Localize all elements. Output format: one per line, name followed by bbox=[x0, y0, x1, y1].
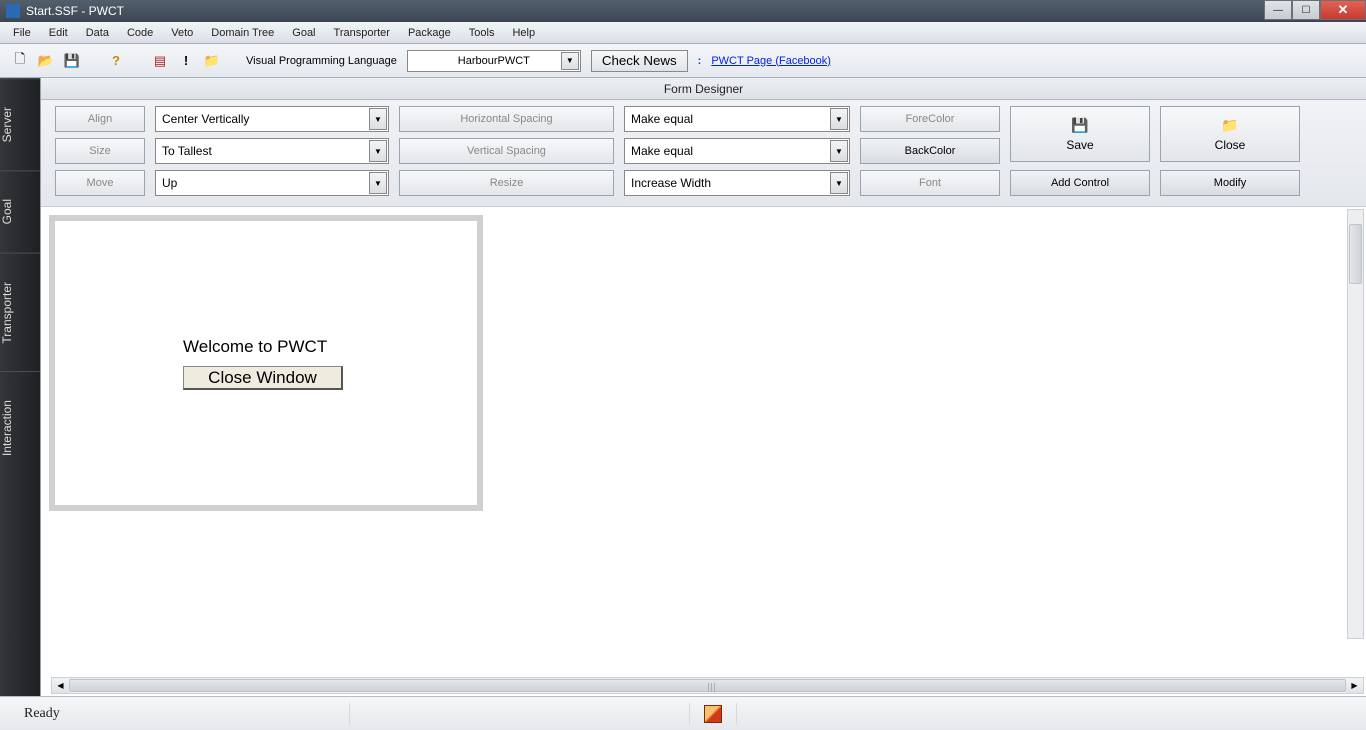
chevron-down-icon: ▼ bbox=[369, 172, 387, 194]
colon: : bbox=[698, 55, 702, 67]
sidebar-item-goal[interactable]: Goal bbox=[0, 170, 40, 252]
scroll-right-icon[interactable]: ▶ bbox=[1346, 678, 1363, 693]
sidebar: Server Goal Transporter Interaction bbox=[0, 78, 40, 696]
form-designer-toolbar: Align Center Vertically ▼ Horizontal Spac… bbox=[41, 100, 1366, 207]
excl-icon[interactable]: ! bbox=[178, 53, 194, 69]
scroll-left-icon[interactable]: ◀ bbox=[52, 678, 69, 693]
sidebar-item-interaction[interactable]: Interaction bbox=[0, 371, 40, 484]
status-icon-cell bbox=[690, 703, 737, 725]
folder-icon[interactable]: 📁 bbox=[204, 53, 220, 69]
align-select[interactable]: Center Vertically ▼ bbox=[155, 106, 389, 132]
form-window[interactable]: Welcome to PWCT Close Window bbox=[49, 215, 483, 511]
toolbar: 🗋 📂 💾 ? ▤ ! 📁 Visual Programming Languag… bbox=[0, 44, 1366, 78]
window-title: Start.SSF - PWCT bbox=[26, 4, 124, 18]
horizontal-spacing-button[interactable]: Horizontal Spacing bbox=[399, 106, 614, 132]
menubar: File Edit Data Code Veto Domain Tree Goa… bbox=[0, 22, 1366, 44]
minimize-button[interactable]: — bbox=[1264, 0, 1292, 20]
titlebar: Start.SSF - PWCT — ☐ ✕ bbox=[0, 0, 1366, 22]
align-select-value: Center Vertically bbox=[162, 112, 249, 126]
window-buttons: — ☐ ✕ bbox=[1264, 0, 1366, 20]
sidebar-item-server[interactable]: Server bbox=[0, 78, 40, 170]
close-form-button[interactable]: 📁 Close bbox=[1160, 106, 1300, 162]
language-select-value: HarbourPWCT bbox=[458, 55, 530, 67]
vpl-label: Visual Programming Language bbox=[246, 55, 397, 67]
resize-select[interactable]: Increase Width ▼ bbox=[624, 170, 850, 196]
grip-icon bbox=[708, 683, 716, 692]
design-canvas[interactable]: Welcome to PWCT Close Window ◀ ▶ bbox=[41, 207, 1366, 696]
move-button[interactable]: Move bbox=[55, 170, 145, 196]
size-select[interactable]: To Tallest ▼ bbox=[155, 138, 389, 164]
workspace: Server Goal Transporter Interaction Form… bbox=[0, 78, 1366, 696]
resize-select-value: Increase Width bbox=[631, 176, 711, 190]
horizontal-spacing-select[interactable]: Make equal ▼ bbox=[624, 106, 850, 132]
folder-icon: 📁 bbox=[1221, 117, 1238, 134]
new-icon[interactable]: 🗋 bbox=[12, 53, 28, 69]
welcome-label: Welcome to PWCT bbox=[183, 337, 327, 357]
save-icon[interactable]: 💾 bbox=[64, 53, 80, 69]
menu-domaintree[interactable]: Domain Tree bbox=[202, 24, 283, 42]
menu-code[interactable]: Code bbox=[118, 24, 162, 42]
vertical-spacing-button[interactable]: Vertical Spacing bbox=[399, 138, 614, 164]
modify-button[interactable]: Modify bbox=[1160, 170, 1300, 196]
main-panel: Form Designer Align Center Vertically ▼ H… bbox=[40, 78, 1366, 696]
menu-help[interactable]: Help bbox=[503, 24, 544, 42]
chevron-down-icon: ▼ bbox=[830, 140, 848, 162]
align-button[interactable]: Align bbox=[55, 106, 145, 132]
menu-file[interactable]: File bbox=[4, 24, 40, 42]
list-icon[interactable]: ▤ bbox=[152, 53, 168, 69]
chevron-down-icon: ▼ bbox=[369, 140, 387, 162]
horizontal-scrollbar[interactable]: ◀ ▶ bbox=[51, 677, 1364, 694]
menu-transporter[interactable]: Transporter bbox=[325, 24, 399, 42]
close-window-button[interactable]: Close Window bbox=[183, 366, 343, 390]
status-ready-text: Ready bbox=[24, 706, 60, 722]
save-button-label: Save bbox=[1066, 138, 1093, 152]
scroll-thumb[interactable] bbox=[69, 679, 1346, 692]
menu-goal[interactable]: Goal bbox=[283, 24, 324, 42]
vs-select-value: Make equal bbox=[631, 144, 693, 158]
menu-tools[interactable]: Tools bbox=[460, 24, 504, 42]
vertical-scrollbar[interactable] bbox=[1347, 209, 1364, 639]
open-icon[interactable]: 📂 bbox=[38, 53, 54, 69]
app-icon bbox=[6, 4, 20, 18]
language-select[interactable]: HarbourPWCT ▼ bbox=[407, 50, 581, 72]
maximize-button[interactable]: ☐ bbox=[1292, 0, 1320, 20]
menu-veto[interactable]: Veto bbox=[162, 24, 202, 42]
chevron-down-icon: ▼ bbox=[830, 108, 848, 130]
resize-button[interactable]: Resize bbox=[399, 170, 614, 196]
add-control-button[interactable]: Add Control bbox=[1010, 170, 1150, 196]
move-select-value: Up bbox=[162, 176, 177, 190]
chevron-down-icon: ▼ bbox=[369, 108, 387, 130]
shield-icon bbox=[704, 705, 722, 723]
form-designer-title: Form Designer bbox=[41, 78, 1366, 100]
font-button[interactable]: Font bbox=[860, 170, 1000, 196]
close-button[interactable]: ✕ bbox=[1320, 0, 1366, 20]
scroll-thumb[interactable] bbox=[1349, 224, 1362, 284]
pwct-facebook-link[interactable]: PWCT Page (Facebook) bbox=[711, 55, 831, 67]
chevron-down-icon: ▼ bbox=[830, 172, 848, 194]
hs-select-value: Make equal bbox=[631, 112, 693, 126]
status-ready: Ready bbox=[10, 703, 350, 725]
check-news-button[interactable]: Check News bbox=[591, 50, 688, 72]
close-button-label: Close bbox=[1215, 138, 1246, 152]
vertical-spacing-select[interactable]: Make equal ▼ bbox=[624, 138, 850, 164]
help-icon[interactable]: ? bbox=[108, 53, 124, 69]
menu-data[interactable]: Data bbox=[77, 24, 118, 42]
sidebar-item-transporter[interactable]: Transporter bbox=[0, 253, 40, 372]
chevron-down-icon: ▼ bbox=[561, 52, 579, 70]
save-icon: 💾 bbox=[1071, 117, 1088, 134]
menu-edit[interactable]: Edit bbox=[40, 24, 77, 42]
status-mid bbox=[350, 703, 690, 725]
menu-package[interactable]: Package bbox=[399, 24, 460, 42]
move-select[interactable]: Up ▼ bbox=[155, 170, 389, 196]
statusbar: Ready bbox=[0, 696, 1366, 730]
size-button[interactable]: Size bbox=[55, 138, 145, 164]
save-button[interactable]: 💾 Save bbox=[1010, 106, 1150, 162]
backcolor-button[interactable]: BackColor bbox=[860, 138, 1000, 164]
forecolor-button[interactable]: ForeColor bbox=[860, 106, 1000, 132]
size-select-value: To Tallest bbox=[162, 144, 212, 158]
